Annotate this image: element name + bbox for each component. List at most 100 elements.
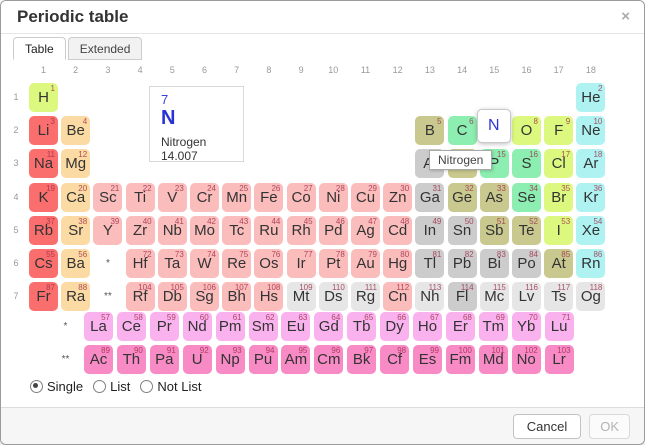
element-cell-Nb[interactable]: 41Nb [158, 216, 187, 245]
element-cell-S[interactable]: 16S [512, 149, 541, 178]
element-cell-Bk[interactable]: 97Bk [347, 345, 376, 374]
element-cell-Kr[interactable]: 36Kr [576, 183, 605, 212]
element-cell-Cr[interactable]: 24Cr [190, 183, 219, 212]
element-cell-Nh[interactable]: 113Nh [415, 282, 444, 311]
option-label[interactable]: Not List [157, 379, 201, 394]
element-cell-Ts[interactable]: 117Ts [544, 282, 573, 311]
element-cell-Mo[interactable]: 42Mo [190, 216, 219, 245]
element-cell-Th[interactable]: 90Th [117, 345, 146, 374]
element-cell-Mc[interactable]: 115Mc [480, 282, 509, 311]
element-cell-Bi[interactable]: 83Bi [480, 249, 509, 278]
element-cell-Ni[interactable]: 28Ni [319, 183, 348, 212]
element-cell-K[interactable]: 19K [29, 183, 58, 212]
element-cell-Ce[interactable]: 58Ce [117, 312, 146, 341]
ok-button[interactable]: OK [589, 414, 630, 439]
tab-extended[interactable]: Extended [68, 37, 143, 60]
element-cell-Rn[interactable]: 86Rn [576, 249, 605, 278]
element-cell-U[interactable]: 92U [183, 345, 212, 374]
element-cell-Mg[interactable]: 12Mg [61, 149, 90, 178]
element-cell-Ru[interactable]: 44Ru [254, 216, 283, 245]
element-cell-Ge[interactable]: 32Ge [448, 183, 477, 212]
element-cell-Fr[interactable]: 87Fr [29, 282, 58, 311]
element-cell-Sr[interactable]: 38Sr [61, 216, 90, 245]
element-cell-At[interactable]: 85At [544, 249, 573, 278]
element-cell-Os[interactable]: 76Os [254, 249, 283, 278]
element-cell-Cs[interactable]: 55Cs [29, 249, 58, 278]
element-cell-Ra[interactable]: 88Ra [61, 282, 90, 311]
element-cell-Ga[interactable]: 31Ga [415, 183, 444, 212]
option-label[interactable]: Single [47, 379, 83, 394]
element-cell-Sb[interactable]: 51Sb [480, 216, 509, 245]
element-cell-Pb[interactable]: 82Pb [448, 249, 477, 278]
element-cell-Hg[interactable]: 80Hg [383, 249, 412, 278]
element-cell-V[interactable]: 23V [158, 183, 187, 212]
element-cell-Tm[interactable]: 69Tm [479, 312, 508, 341]
element-cell-Sg[interactable]: 106Sg [190, 282, 219, 311]
element-cell-Mn[interactable]: 25Mn [222, 183, 251, 212]
element-cell-Tb[interactable]: 65Tb [347, 312, 376, 341]
radio-icon[interactable] [30, 380, 43, 393]
element-cell-Zr[interactable]: 40Zr [126, 216, 155, 245]
element-cell-In[interactable]: 49In [415, 216, 444, 245]
element-cell-Rf[interactable]: 104Rf [126, 282, 155, 311]
element-cell-Pu[interactable]: 94Pu [249, 345, 278, 374]
close-icon[interactable]: × [621, 8, 630, 25]
element-cell-Og[interactable]: 118Og [576, 282, 605, 311]
tab-table[interactable]: Table [13, 37, 66, 60]
option-label[interactable]: List [110, 379, 130, 394]
element-cell-Lr[interactable]: 103Lr [545, 345, 574, 374]
element-cell-Db[interactable]: 105Db [158, 282, 187, 311]
element-cell-Tl[interactable]: 81Tl [415, 249, 444, 278]
element-cell-Te[interactable]: 52Te [512, 216, 541, 245]
element-cell-Sn[interactable]: 50Sn [448, 216, 477, 245]
element-cell-C[interactable]: 6C [448, 116, 477, 145]
element-cell-F[interactable]: 9F [544, 116, 573, 145]
element-cell-Eu[interactable]: 63Eu [281, 312, 310, 341]
element-cell-Ca[interactable]: 20Ca [61, 183, 90, 212]
element-cell-Rb[interactable]: 37Rb [29, 216, 58, 245]
option-single[interactable]: Single [30, 379, 83, 394]
element-cell-Mt[interactable]: 109Mt [287, 282, 316, 311]
element-cell-Yb[interactable]: 70Yb [512, 312, 541, 341]
element-cell-Pr[interactable]: 59Pr [150, 312, 179, 341]
element-cell-Sc[interactable]: 21Sc [93, 183, 122, 212]
element-cell-Cd[interactable]: 48Cd [383, 216, 412, 245]
element-cell-Y[interactable]: 39Y [93, 216, 122, 245]
element-cell-Se[interactable]: 34Se [512, 183, 541, 212]
element-cell-Pd[interactable]: 46Pd [319, 216, 348, 245]
element-cell-Nd[interactable]: 60Nd [183, 312, 212, 341]
element-cell-Gd[interactable]: 64Gd [314, 312, 343, 341]
element-cell-Zn[interactable]: 30Zn [383, 183, 412, 212]
element-cell-Be[interactable]: 4Be [61, 116, 90, 145]
element-cell-Dy[interactable]: 66Dy [380, 312, 409, 341]
element-cell-Cm[interactable]: 96Cm [314, 345, 343, 374]
element-cell-Na[interactable]: 11Na [29, 149, 58, 178]
element-cell-Es[interactable]: 99Es [413, 345, 442, 374]
element-cell-Md[interactable]: 101Md [479, 345, 508, 374]
element-cell-Cf[interactable]: 98Cf [380, 345, 409, 374]
element-cell-Au[interactable]: 79Au [351, 249, 380, 278]
element-cell-Ne[interactable]: 10Ne [576, 116, 605, 145]
element-cell-Ti[interactable]: 22Ti [126, 183, 155, 212]
element-cell-Rh[interactable]: 45Rh [287, 216, 316, 245]
element-cell-Np[interactable]: 93Np [216, 345, 245, 374]
element-cell-B[interactable]: 5B [415, 116, 444, 145]
element-cell-Lu[interactable]: 71Lu [545, 312, 574, 341]
element-cell-No[interactable]: 102No [512, 345, 541, 374]
radio-icon[interactable] [93, 380, 106, 393]
element-cell-Ir[interactable]: 77Ir [287, 249, 316, 278]
element-cell-Fm[interactable]: 100Fm [446, 345, 475, 374]
element-cell-Li[interactable]: 3Li [29, 116, 58, 145]
element-cell-Pt[interactable]: 78Pt [319, 249, 348, 278]
element-cell-La[interactable]: 57La [84, 312, 113, 341]
element-cell-Ac[interactable]: 89Ac [84, 345, 113, 374]
element-cell-Pm[interactable]: 61Pm [216, 312, 245, 341]
element-cell-Ho[interactable]: 67Ho [413, 312, 442, 341]
option-not-list[interactable]: Not List [140, 379, 201, 394]
element-cell-Br[interactable]: 35Br [544, 183, 573, 212]
element-cell-Pa[interactable]: 91Pa [150, 345, 179, 374]
element-cell-Ar[interactable]: 18Ar [576, 149, 605, 178]
element-cell-Ds[interactable]: 110Ds [319, 282, 348, 311]
element-cell-As[interactable]: 33As [480, 183, 509, 212]
element-cell-Hf[interactable]: 72Hf [126, 249, 155, 278]
